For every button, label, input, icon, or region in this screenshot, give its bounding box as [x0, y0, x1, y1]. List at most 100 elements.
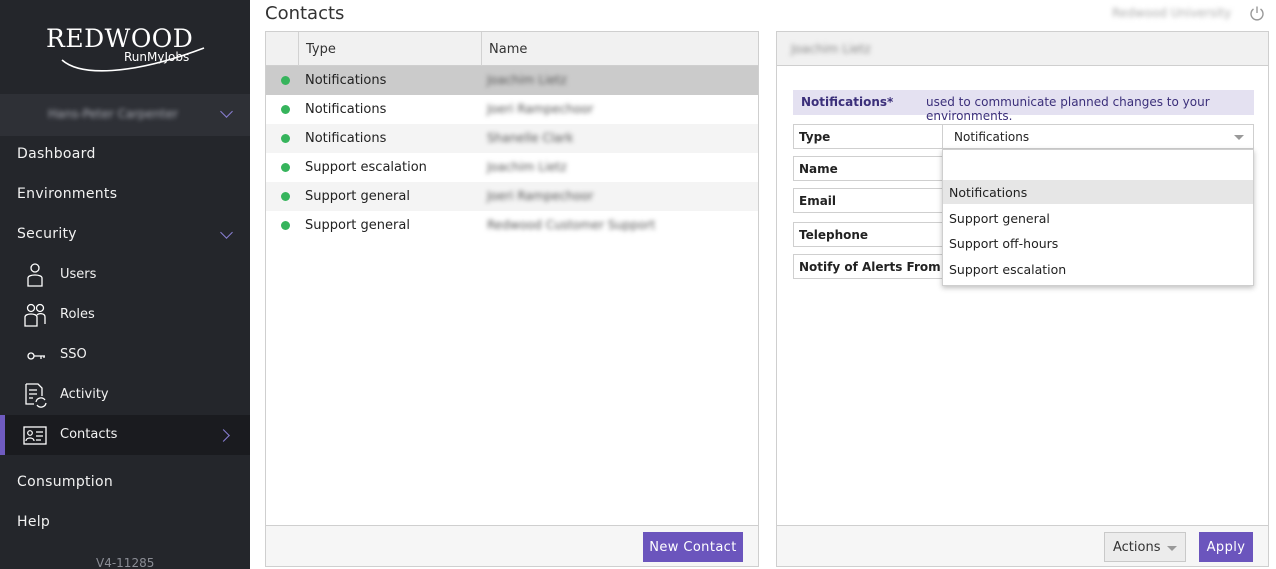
nav-label: Consumption: [17, 474, 114, 490]
sidebar-item-label: Activity: [60, 387, 109, 402]
caret-down-icon: [1234, 135, 1244, 140]
info-banner-text: used to communicate planned changes to y…: [926, 95, 1210, 123]
row-type: Support general: [305, 189, 410, 204]
table-row[interactable]: Notifications Shanelle Clark: [266, 124, 758, 153]
dropdown-option-support-off-hours[interactable]: Support off-hours: [943, 231, 1253, 255]
new-contact-button[interactable]: New Contact: [643, 532, 743, 562]
nav-label: Dashboard: [17, 146, 96, 162]
detail-title: Joachim Lietz: [791, 42, 871, 56]
status-dot-icon: [281, 134, 290, 143]
dropdown-option-support-escalation[interactable]: Support escalation: [943, 257, 1253, 281]
power-icon[interactable]: [1249, 5, 1265, 21]
nav-dashboard[interactable]: Dashboard: [0, 135, 250, 175]
actions-button[interactable]: Actions: [1104, 532, 1186, 562]
nav-security[interactable]: Security: [0, 215, 250, 255]
option-label: Support escalation: [949, 262, 1067, 277]
field-label-text: Type: [799, 130, 831, 144]
apply-button[interactable]: Apply: [1199, 532, 1253, 562]
row-type: Support escalation: [305, 160, 427, 175]
page-title: Contacts: [265, 3, 345, 24]
column-header-type[interactable]: Type: [306, 42, 336, 57]
contact-card-icon: [23, 426, 47, 445]
key-icon: [27, 352, 45, 360]
redwood-logo[interactable]: REDWOOD RunMyJobs: [0, 22, 250, 82]
sidebar-item-label: Roles: [60, 307, 95, 322]
sidebar: REDWOOD RunMyJobs Hans-Peter Carpenter D…: [0, 0, 250, 569]
row-type: Support general: [305, 218, 410, 233]
dropdown-option-support-general[interactable]: Support general: [943, 206, 1253, 230]
detail-footer: Actions Apply: [777, 525, 1268, 566]
email-field-label: Email: [793, 188, 943, 213]
row-type: Notifications: [305, 102, 387, 117]
organization-name: Redwood University: [1112, 6, 1232, 20]
row-name: Shanelle Clark: [487, 131, 574, 145]
nav-consumption[interactable]: Consumption: [0, 463, 250, 503]
table-row[interactable]: Support general Redwood Customer Support: [266, 211, 758, 240]
sidebar-item-label: Users: [60, 267, 97, 282]
dropdown-option-notifications[interactable]: Notifications: [943, 180, 1253, 204]
user-icon: [27, 263, 43, 287]
nav-help[interactable]: Help: [0, 503, 250, 543]
type-field-label: Type: [793, 124, 943, 149]
info-banner: Notifications* used to communicate plann…: [793, 90, 1254, 123]
row-name: Joachim Lietz: [487, 160, 567, 174]
column-divider: [298, 32, 299, 66]
actions-label: Actions: [1113, 540, 1161, 555]
row-name: Joeri Rampechoor: [487, 102, 594, 116]
table-row[interactable]: Notifications Joachim Lietz: [266, 66, 758, 95]
roles-icon: [24, 303, 46, 327]
field-label-text: Telephone: [799, 228, 869, 242]
status-dot-icon: [281, 192, 290, 201]
sidebar-item-sso[interactable]: SSO: [0, 335, 250, 375]
user-menu[interactable]: Hans-Peter Carpenter: [0, 94, 250, 136]
table-row[interactable]: Support general Joeri Rampechoor: [266, 182, 758, 211]
table-row[interactable]: Notifications Joeri Rampechoor: [266, 95, 758, 124]
field-label-text: Name: [799, 162, 838, 176]
activity-log-icon: [25, 383, 47, 408]
sidebar-item-roles[interactable]: Roles: [0, 295, 250, 335]
column-divider: [481, 32, 482, 66]
nav-label: Environments: [17, 186, 118, 202]
nav-environments[interactable]: Environments: [0, 175, 250, 215]
info-banner-type: Notifications*: [801, 95, 894, 109]
sidebar-item-contacts[interactable]: Contacts: [0, 415, 250, 455]
field-label-text: Notify of Alerts From: [799, 260, 941, 274]
sidebar-item-activity[interactable]: Activity: [0, 375, 250, 415]
row-name: Joeri Rampechoor: [487, 189, 594, 203]
chevron-right-icon: [217, 429, 230, 442]
contacts-list-panel: Type Name Notifications Joachim Lietz No…: [265, 31, 759, 567]
notify-alerts-field-label: Notify of Alerts From: [793, 254, 943, 279]
chevron-down-icon: [220, 105, 233, 118]
sidebar-item-users[interactable]: Users: [0, 255, 250, 295]
row-name: Joachim Lietz: [487, 73, 567, 87]
version-label: V4-11285: [96, 556, 155, 569]
nav-label: Help: [17, 514, 51, 530]
user-name: Hans-Peter Carpenter: [48, 107, 178, 121]
option-label: Notifications: [949, 185, 1028, 200]
status-dot-icon: [281, 105, 290, 114]
type-select-value: Notifications: [954, 130, 1030, 144]
nav-label: Security: [17, 226, 77, 242]
status-dot-icon: [281, 76, 290, 85]
detail-header: Joachim Lietz: [777, 32, 1268, 66]
status-dot-icon: [281, 163, 290, 172]
field-label-text: Email: [799, 194, 837, 208]
sidebar-item-label: SSO: [60, 347, 87, 362]
table-header: Type Name: [266, 32, 758, 66]
chevron-down-icon: [220, 226, 233, 239]
sidebar-item-label: Contacts: [60, 427, 118, 442]
type-select[interactable]: Notifications: [942, 124, 1254, 149]
active-indicator: [0, 415, 5, 455]
caret-down-icon: [1167, 546, 1177, 551]
row-name: Redwood Customer Support: [487, 218, 656, 232]
status-dot-icon: [281, 221, 290, 230]
row-type: Notifications: [305, 131, 387, 146]
column-header-name[interactable]: Name: [489, 42, 527, 57]
logo-subtitle: RunMyJobs: [124, 50, 190, 64]
option-label: Support general: [949, 211, 1050, 226]
contact-detail-panel: Joachim Lietz Notifications* used to com…: [776, 31, 1269, 567]
option-label: Support off-hours: [949, 236, 1059, 251]
name-field-label: Name: [793, 156, 943, 181]
table-row[interactable]: Support escalation Joachim Lietz: [266, 153, 758, 182]
row-type: Notifications: [305, 73, 387, 88]
